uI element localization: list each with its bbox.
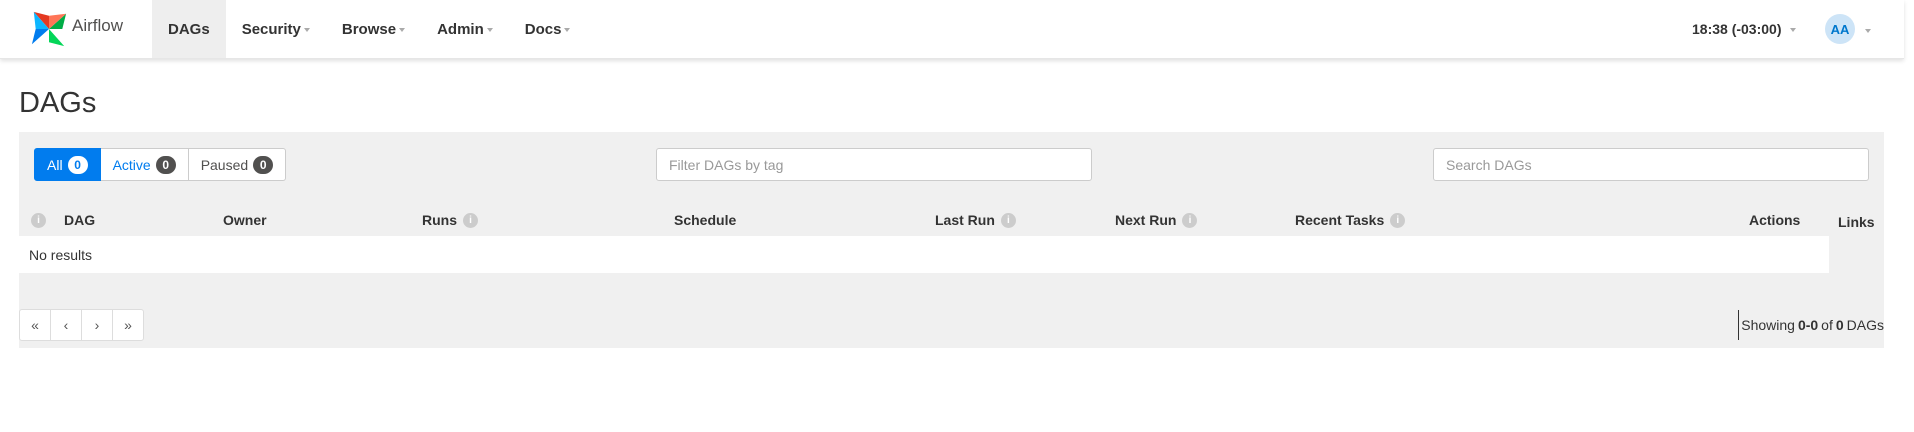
nav-docs-label: Docs: [524, 20, 562, 38]
column-schedule-label: Schedule: [674, 212, 737, 228]
caret-down-icon[interactable]: [1865, 29, 1871, 33]
showing-of: of: [1821, 317, 1833, 333]
next-page-button[interactable]: ›: [81, 309, 113, 341]
caret-down-icon: [564, 28, 571, 32]
showing-prefix: Showing: [1741, 317, 1795, 333]
caret-down-icon: [303, 28, 310, 32]
column-owner[interactable]: Owner: [223, 204, 267, 236]
main-nav: DAGs Security Browse Admin Docs: [152, 0, 586, 58]
filter-all-label: All: [47, 156, 63, 173]
airflow-logo-icon: [31, 11, 67, 47]
column-last-run-label: Last Run: [935, 212, 995, 228]
nav-admin-label: Admin: [437, 20, 484, 38]
timezone-dropdown[interactable]: 18:38 (-03:00): [1692, 0, 1796, 58]
showing-range: 0-0: [1797, 317, 1819, 333]
column-recent-tasks-label: Recent Tasks: [1295, 212, 1385, 228]
dags-panel: All 0 Active 0 Paused 0 Filter DAGs by tag …: [19, 132, 1884, 348]
info-icon[interactable]: i: [1000, 212, 1016, 228]
column-dag-label: DAG: [64, 212, 96, 228]
nav-browse[interactable]: Browse: [326, 0, 421, 58]
column-next-run-label: Next Run: [1115, 212, 1177, 228]
tag-filter-placeholder: Filter DAGs by tag: [669, 156, 784, 173]
column-actions-label: Actions: [1749, 212, 1801, 228]
showing-suffix: DAGs: [1846, 317, 1884, 333]
first-page-button[interactable]: «: [19, 309, 51, 341]
column-runs-label: Runs: [422, 212, 457, 228]
nav-dags[interactable]: DAGs: [152, 0, 226, 58]
filter-paused-label: Paused: [200, 156, 249, 173]
info-icon[interactable]: i: [1182, 212, 1198, 228]
column-schedule[interactable]: Schedule: [674, 204, 736, 236]
column-actions: Actions: [1749, 204, 1800, 236]
caret-down-icon: [1789, 28, 1796, 32]
column-links: Links: [1838, 206, 1875, 238]
brand-name: Airflow: [72, 16, 124, 35]
page-title: DAGs: [19, 87, 97, 119]
filter-paused-button[interactable]: Paused 0: [188, 148, 287, 181]
filter-paused-count: 0: [253, 155, 274, 174]
results-count: Showing 0-0 of 0 DAGs: [1738, 310, 1884, 340]
search-dags-input[interactable]: Search DAGs: [1433, 148, 1869, 181]
caret-down-icon: [486, 28, 493, 32]
filter-active-label: Active: [112, 156, 151, 173]
table-header: i DAG Owner Runs i Schedule Last Run i Nex…: [19, 204, 1884, 236]
nav-security[interactable]: Security: [226, 0, 326, 58]
column-last-run[interactable]: Last Run i: [935, 204, 1016, 236]
user-avatar[interactable]: AA: [1825, 14, 1855, 44]
nav-dags-label: DAGs: [168, 20, 210, 38]
filter-active-count: 0: [155, 155, 176, 174]
last-page-button[interactable]: »: [112, 309, 144, 341]
column-owner-label: Owner: [223, 212, 267, 228]
info-icon: i: [31, 212, 46, 228]
nav-browse-label: Browse: [341, 20, 397, 38]
tag-filter-input[interactable]: Filter DAGs by tag: [656, 148, 1092, 181]
top-navbar: Airflow DAGs Security Browse Admin Docs …: [0, 0, 1904, 59]
nav-admin[interactable]: Admin: [421, 0, 509, 58]
toggle-info-icon[interactable]: i: [31, 204, 46, 236]
search-placeholder: Search DAGs: [1446, 156, 1532, 173]
info-icon[interactable]: i: [463, 212, 478, 228]
column-next-run[interactable]: Next Run i: [1115, 204, 1198, 236]
column-links-label: Links: [1838, 214, 1875, 230]
nav-security-label: Security: [241, 20, 301, 38]
filter-all-button[interactable]: All 0: [34, 148, 101, 181]
pagination: « ‹ › »: [19, 309, 144, 341]
showing-total: 0: [1835, 317, 1844, 333]
empty-results-row: No results: [19, 236, 1829, 273]
filter-all-count: 0: [67, 155, 88, 174]
info-icon[interactable]: i: [1390, 212, 1406, 228]
column-recent-tasks: Recent Tasks i: [1295, 204, 1406, 236]
time-label: 18:38 (-03:00): [1692, 21, 1782, 37]
empty-results-text: No results: [29, 246, 93, 263]
filter-active-button[interactable]: Active 0: [100, 148, 189, 181]
nav-docs[interactable]: Docs: [509, 0, 587, 58]
column-dag[interactable]: DAG: [64, 204, 95, 236]
brand-link[interactable]: Airflow: [30, 6, 123, 52]
status-filter-group: All 0 Active 0 Paused 0: [34, 148, 287, 181]
prev-page-button[interactable]: ‹: [50, 309, 82, 341]
caret-down-icon: [399, 28, 406, 32]
column-runs: Runs i: [422, 204, 478, 236]
